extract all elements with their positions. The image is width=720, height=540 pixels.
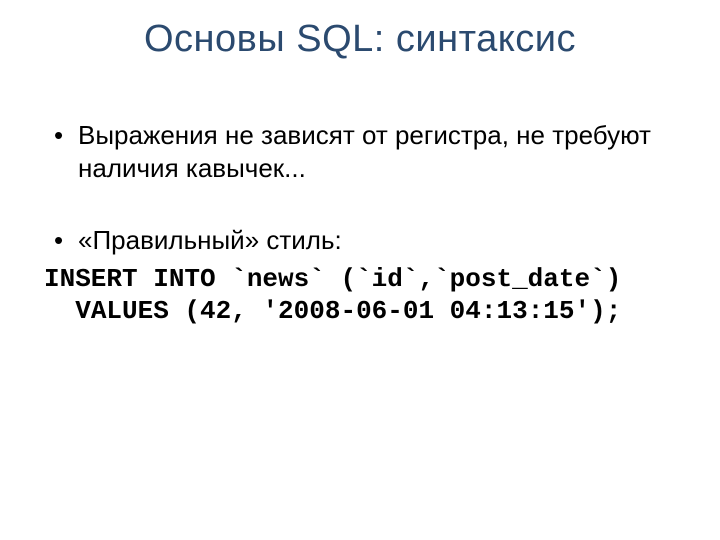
code-example: INSERT INTO `news` (`id`,`post_date`) VA… [40, 263, 680, 328]
bullet-item: «Правильный» стиль: [48, 224, 680, 257]
slide-title: Основы SQL: синтаксис [40, 18, 680, 61]
bullet-item: Выражения не зависят от регистра, не тре… [48, 119, 680, 184]
bullet-list: Выражения не зависят от регистра, не тре… [40, 119, 680, 257]
